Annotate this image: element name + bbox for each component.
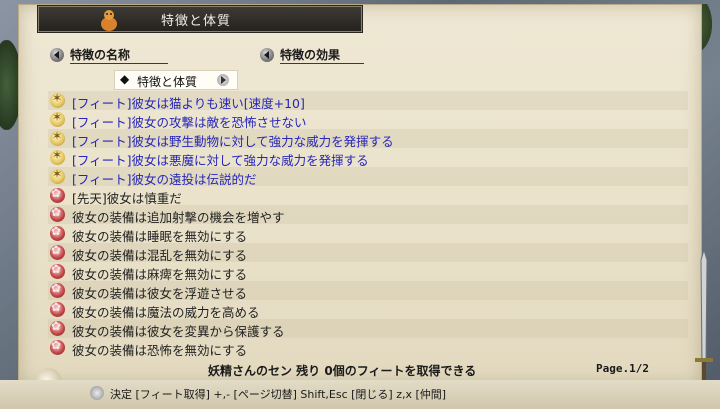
bullet-icon: ◆ (120, 72, 130, 86)
list-item[interactable]: 彼女の装備は混乱を無効にする (48, 243, 688, 263)
sun-icon (50, 167, 65, 184)
creature-icon (101, 10, 117, 31)
list-item[interactable]: 彼女の装備は睡眠を無効にする (48, 224, 688, 244)
feat-count-status: 妖精さんのセン 残り 0個のフィートを取得できる (208, 364, 477, 378)
sun-icon (50, 110, 65, 127)
sun-icon (50, 129, 65, 146)
list-item[interactable]: [先天]彼女は慎重だ (48, 186, 688, 206)
list-item[interactable]: [フィート]彼女は悪魔に対して強力な威力を発揮する (48, 148, 688, 168)
rose-icon (50, 224, 65, 241)
sword-decoration (695, 250, 713, 396)
rose-icon (50, 281, 65, 298)
list-item[interactable]: [フィート]彼女は猫よりも速い[速度+10] (48, 91, 688, 111)
sun-icon (50, 91, 65, 108)
info-icon (90, 386, 104, 400)
list-item[interactable]: [フィート]彼女は野生動物に対して強力な威力を発揮する (48, 129, 688, 149)
rose-icon (50, 243, 65, 260)
key-help-bar: 決定 [フィート取得] +,- [ページ切替] Shift,Esc [閉じる] … (0, 380, 720, 409)
page-indicator: Page.1/2 (596, 362, 649, 375)
list-item[interactable]: 彼女の装備は恐怖を無効にする (48, 338, 688, 358)
header-effect[interactable]: 特徴の効果 (280, 46, 364, 64)
list-item[interactable]: 彼女の装備は彼女を変異から保護する (48, 319, 688, 339)
effect-sort-icon[interactable] (260, 48, 274, 62)
list-item[interactable]: 彼女の装備は麻痺を無効にする (48, 262, 688, 282)
window-title: 特徴と体質 (161, 14, 232, 29)
feat-list: [フィート]彼女は猫よりも速い[速度+10] [フィート]彼女の攻撃は敵を恐怖さ… (48, 91, 698, 358)
list-item[interactable]: [フィート]彼女の攻撃は敵を恐怖させない (48, 110, 688, 130)
title-bar: 特徴と体質 (38, 6, 362, 32)
list-item[interactable]: 彼女の装備は追加射撃の機会を増やす (48, 205, 688, 225)
rose-icon (50, 338, 65, 355)
category-selector[interactable]: ◆ 特徴と体質 (114, 70, 238, 90)
name-sort-icon[interactable] (50, 48, 64, 62)
rose-icon (50, 262, 65, 279)
chevron-right-icon[interactable] (217, 74, 229, 86)
list-item[interactable]: [フィート]彼女の遠投は伝説的だ (48, 167, 688, 187)
header-name[interactable]: 特徴の名称 (70, 46, 168, 64)
rose-icon (50, 319, 65, 336)
rose-icon (50, 300, 65, 317)
category-label: 特徴と体質 (137, 75, 198, 89)
key-help-text: 決定 [フィート取得] +,- [ページ切替] Shift,Esc [閉じる] … (110, 388, 447, 401)
list-item[interactable]: 彼女の装備は魔法の威力を高める (48, 300, 688, 320)
rose-icon (50, 186, 65, 203)
item-text: 彼女の装備は恐怖を無効にする (72, 343, 248, 358)
sun-icon (50, 148, 65, 165)
list-item[interactable]: 彼女の装備は彼女を浮遊させる (48, 281, 688, 301)
rose-icon (50, 205, 65, 222)
